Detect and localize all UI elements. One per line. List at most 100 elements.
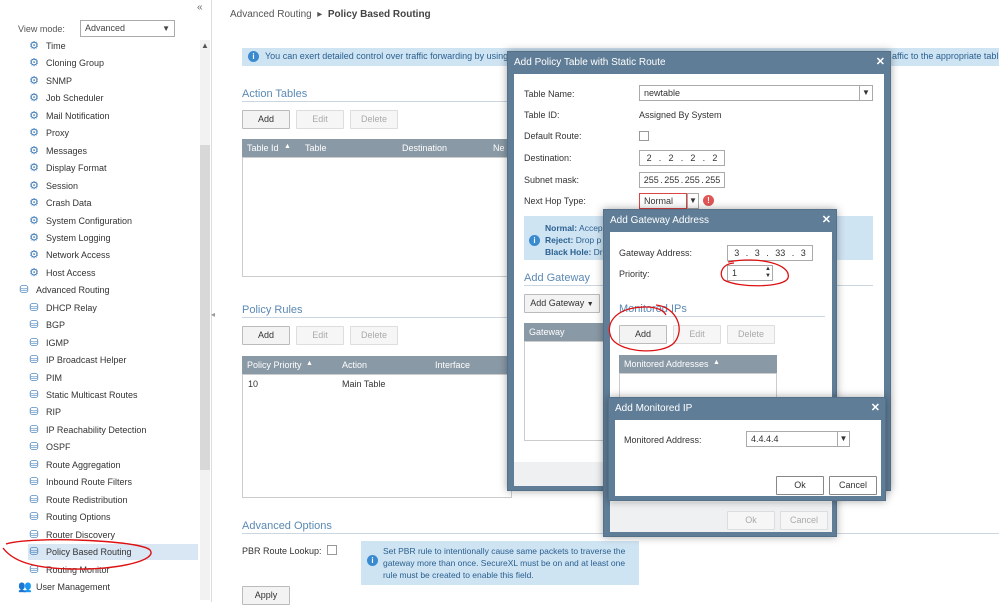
chevron-down-icon[interactable]: ▼: [837, 432, 849, 446]
destination-ip-field[interactable]: 2.2.2.2: [639, 150, 725, 166]
gateway-ok-button[interactable]: Ok: [727, 511, 775, 530]
sidebar-item[interactable]: ⚙ System Configuration: [28, 213, 196, 229]
chevron-down-icon[interactable]: ▼: [687, 193, 699, 209]
ip-octet[interactable]: 2: [647, 153, 652, 163]
action-edit-button[interactable]: Edit: [296, 110, 344, 129]
sidebar-item-label: Cloning Group: [46, 58, 105, 69]
close-icon[interactable]: ✕: [822, 213, 831, 226]
sidebar-item[interactable]: ⚙ Job Scheduler: [28, 90, 196, 106]
sidebar-item[interactable]: ⚙ SNMP: [28, 73, 196, 89]
sidebar-item-label: Time: [46, 41, 66, 51]
sidebar-item[interactable]: ⛁ Inbound Route Filters: [28, 474, 196, 490]
sidebar-item[interactable]: ⚙ Network Access: [28, 247, 196, 263]
sidebar-item[interactable]: ⛁ IGMP: [28, 335, 196, 351]
sidebar-item[interactable]: ⚙ Mail Notification: [28, 108, 196, 124]
ip-octet[interactable]: 2: [669, 153, 674, 163]
col-policy-priority[interactable]: Policy Priority: [247, 360, 302, 370]
col-destination[interactable]: Destination: [402, 143, 447, 153]
sidebar-item-label: User Management: [36, 581, 111, 592]
ip-octet[interactable]: 2: [690, 153, 695, 163]
ip-octet[interactable]: 255: [705, 175, 720, 185]
sidebar-item[interactable]: ⚙ Cloning Group: [28, 55, 196, 71]
sidebar-item[interactable]: ⛁ PIM: [28, 370, 196, 386]
ip-octet[interactable]: 2: [712, 153, 717, 163]
gateway-cancel-button[interactable]: Cancel: [780, 511, 828, 530]
note-reject: Reject: Drop p: [545, 234, 603, 246]
pbr-note-text: Set PBR rule to intentionally cause same…: [383, 546, 626, 580]
sidebar-item-label: SNMP: [46, 75, 73, 86]
ip-octet[interactable]: 3: [801, 248, 806, 258]
sidebar-item[interactable]: ⛁ Routing Options: [28, 509, 196, 525]
sidebar-item[interactable]: ⛁ Route Redistribution: [28, 492, 196, 508]
action-delete-button[interactable]: Delete: [350, 110, 398, 129]
rules-edit-button[interactable]: Edit: [296, 326, 344, 345]
sidebar-item[interactable]: ⛁ IP Broadcast Helper: [28, 352, 196, 368]
monitored-delete-button[interactable]: Delete: [727, 325, 775, 344]
rules-add-button[interactable]: Add: [242, 326, 290, 345]
chevron-down-icon[interactable]: ▼: [859, 86, 872, 100]
sidebar-item[interactable]: ⚙ Session: [28, 178, 196, 194]
sidebar-item-label: IP Broadcast Helper: [46, 355, 127, 366]
subnet-mask-field[interactable]: 255. 255. 255. 255: [639, 172, 725, 188]
col-next[interactable]: Ne: [493, 143, 505, 153]
ip-octet[interactable]: 255: [664, 175, 679, 185]
col-action[interactable]: Action: [342, 360, 367, 370]
sidebar-item[interactable]: ⛁ OSPF: [28, 439, 196, 455]
action-add-button[interactable]: Add: [242, 110, 290, 129]
monitored-address-input[interactable]: 4.4.4.4 ▼: [746, 431, 850, 447]
panel-resize-handle[interactable]: ◂: [211, 310, 215, 319]
close-icon[interactable]: ✕: [876, 55, 885, 68]
next-hop-type-select[interactable]: Normal: [639, 193, 687, 209]
sidebar-item[interactable]: ⚙ System Logging: [28, 230, 196, 246]
close-icon[interactable]: ✕: [871, 401, 880, 414]
sidebar-scroll-thumb[interactable]: [200, 145, 210, 470]
default-route-checkbox[interactable]: [639, 131, 649, 141]
collapse-sidebar-icon[interactable]: «: [197, 2, 203, 13]
ip-octet[interactable]: 3: [755, 248, 760, 258]
col-table[interactable]: Table: [305, 143, 327, 153]
sidebar-item[interactable]: ⛁ RIP: [28, 404, 196, 420]
ip-octet[interactable]: 3: [734, 248, 739, 258]
scroll-up-icon[interactable]: ▲: [201, 41, 209, 50]
col-table-id[interactable]: Table Id: [247, 143, 279, 153]
apply-button[interactable]: Apply: [242, 586, 290, 605]
rules-delete-button[interactable]: Delete: [350, 326, 398, 345]
sidebar-item[interactable]: ⚙ Display Format: [28, 160, 196, 176]
table-name-input[interactable]: newtable ▼: [639, 85, 873, 101]
sidebar-item[interactable]: ⚙ Proxy: [28, 125, 196, 141]
sidebar-item[interactable]: ⚙ Crash Data: [28, 195, 196, 211]
sidebar-item-label: Crash Data: [46, 198, 92, 209]
pbr-note: i Set PBR rule to intentionally cause sam…: [361, 541, 639, 585]
sort-asc-icon: ▲: [713, 359, 720, 366]
sidebar-item[interactable]: ⛁ BGP: [28, 317, 196, 333]
view-mode-select[interactable]: Advanced ▼: [80, 20, 175, 37]
add-gateway-title: Add Gateway: [524, 272, 591, 284]
sidebar-item[interactable]: ⛁ Static Multicast Routes: [28, 387, 196, 403]
pbr-route-lookup-checkbox[interactable]: [327, 545, 337, 555]
sidebar-item[interactable]: ⚙ Messages: [28, 143, 196, 159]
ip-octet[interactable]: 33: [775, 248, 785, 258]
ip-octet[interactable]: 255: [644, 175, 659, 185]
routing-icon: ⛁: [29, 389, 39, 401]
monitored-ok-button[interactable]: Ok: [776, 476, 824, 495]
sidebar-item[interactable]: ⛁ IP Reachability Detection: [28, 422, 196, 438]
breadcrumb-parent[interactable]: Advanced Routing: [230, 9, 312, 20]
sidebar-item[interactable]: 👥 User Management: [18, 579, 186, 595]
info-icon: i: [529, 235, 540, 246]
sidebar-item[interactable]: ⚙ Time: [28, 38, 196, 54]
routing-icon: ⛁: [29, 476, 39, 489]
col-gateway[interactable]: Gateway: [529, 327, 565, 337]
ip-octet[interactable]: 255: [685, 175, 700, 185]
sidebar-item[interactable]: ⛁ Route Aggregation: [28, 457, 196, 473]
monitored-cancel-button[interactable]: Cancel: [829, 476, 877, 495]
sidebar-item[interactable]: ⚙ Host Access: [28, 265, 196, 281]
sidebar-item[interactable]: ⛁ Advanced Routing: [18, 282, 186, 298]
breadcrumb-current: Policy Based Routing: [327, 9, 431, 20]
sidebar-item[interactable]: ⛁ DHCP Relay: [28, 300, 196, 316]
add-gateway-button[interactable]: Add Gateway ▼: [524, 294, 600, 313]
col-monitored-addresses[interactable]: Monitored Addresses: [624, 359, 709, 369]
col-interface[interactable]: Interface: [435, 360, 470, 370]
table-row[interactable]: 10 Main Table: [243, 375, 511, 392]
gear-icon: ⚙: [29, 127, 39, 140]
policy-rules-title: Policy Rules: [242, 304, 303, 316]
